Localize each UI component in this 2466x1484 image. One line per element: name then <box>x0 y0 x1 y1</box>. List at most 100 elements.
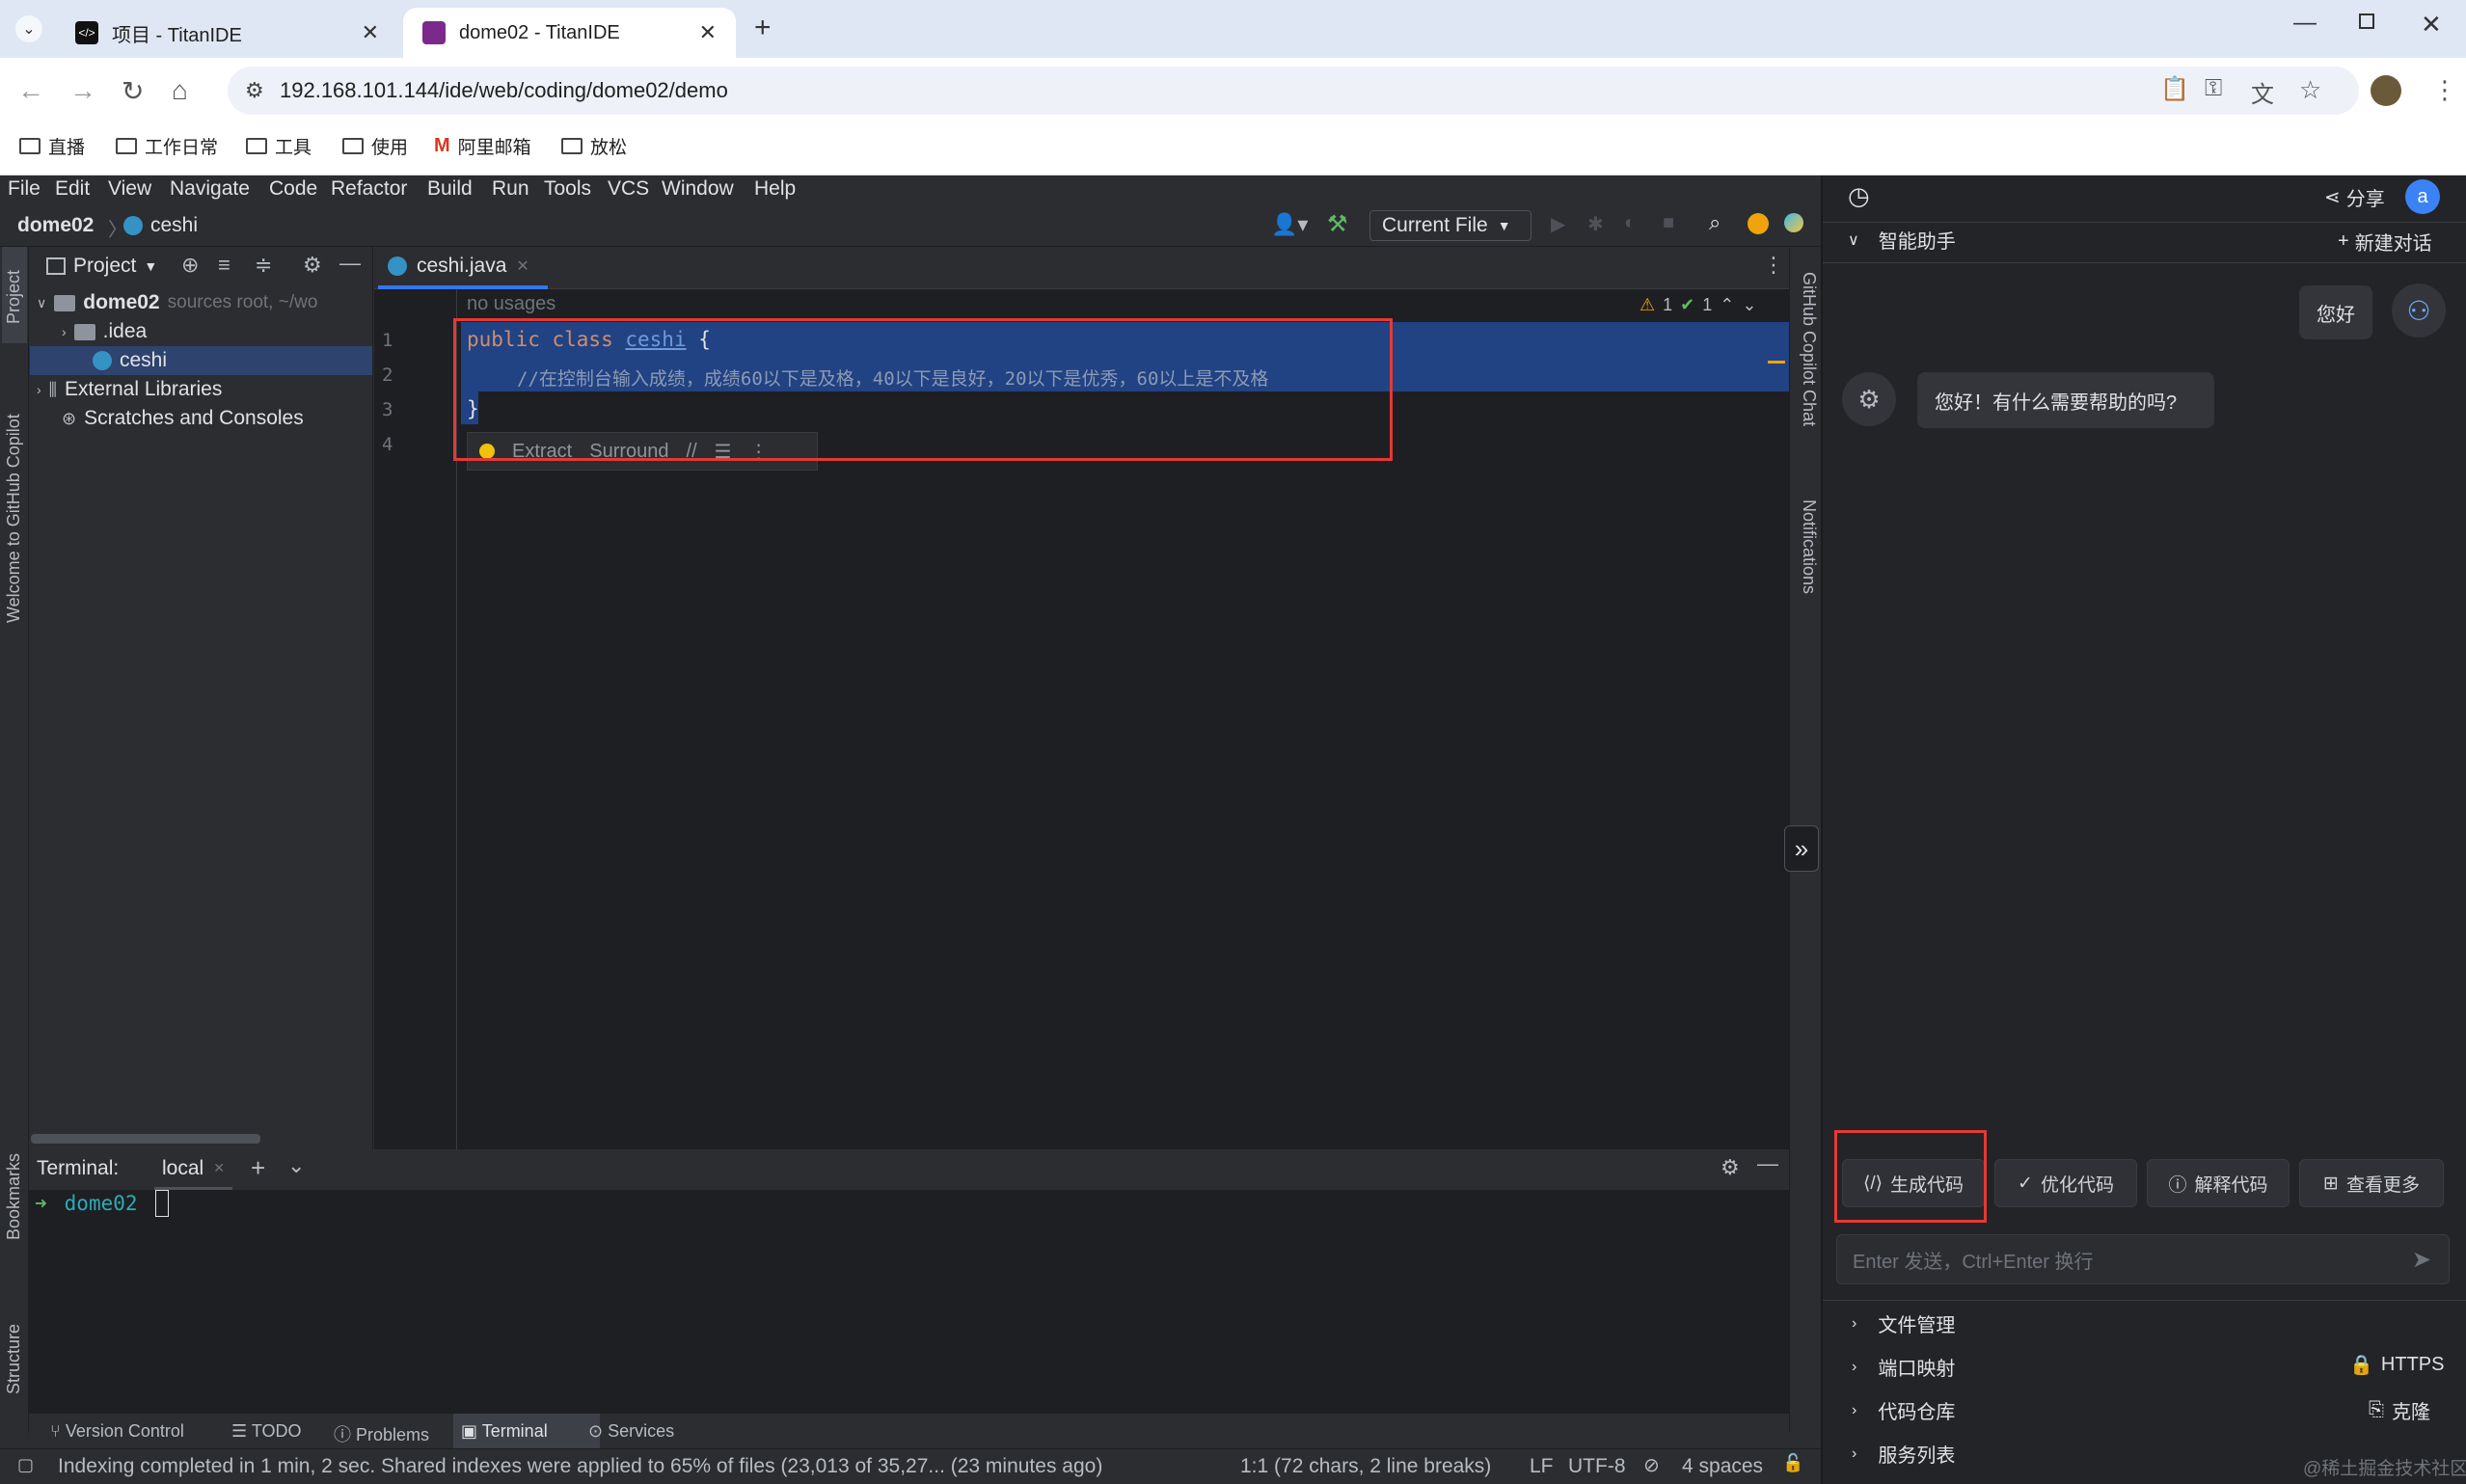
key-icon[interactable]: ⚿ <box>2205 75 2222 102</box>
next-highlight-icon[interactable]: ⌄ <box>1742 295 1756 315</box>
menu-build[interactable]: Build <box>427 177 473 201</box>
menu-edit[interactable]: Edit <box>55 177 90 201</box>
indent-setting[interactable]: 4 spaces <box>1682 1455 1763 1478</box>
chevron-down-icon[interactable]: ⌄ <box>287 1153 305 1178</box>
editor-tab-ceshi[interactable]: ceshi.java ✕ <box>378 247 548 289</box>
inspections-widget[interactable]: ⚠ 1 ✔ 1 ⌃ ⌄ <box>1639 295 1756 315</box>
close-icon[interactable]: ✕ <box>213 1160 225 1176</box>
new-tab-icon[interactable]: + <box>754 12 772 44</box>
panel-toggle-icon[interactable]: ▢ <box>17 1455 34 1475</box>
prev-highlight-icon[interactable]: ⌃ <box>1720 295 1734 315</box>
collapse-assistant-icon[interactable]: » <box>1784 825 1819 872</box>
menu-view[interactable]: View <box>108 177 151 201</box>
new-chat-button[interactable]: + 新建对话 <box>2338 228 2432 256</box>
clone-button[interactable]: ⎘ 克隆 <box>2369 1396 2430 1424</box>
menu-vcs[interactable]: VCS <box>608 177 649 201</box>
tree-item-ceshi[interactable]: ceshi <box>93 349 167 372</box>
profile-avatar[interactable] <box>2371 75 2401 106</box>
bookmark-tools[interactable]: 工具 <box>246 133 312 159</box>
search-icon[interactable]: ⌕ <box>1709 210 1721 235</box>
optimize-code-button[interactable]: ✓ 优化代码 <box>1994 1159 2137 1207</box>
assistant-header[interactable]: ∨ 智能助手 <box>1848 226 1956 254</box>
section-service-list[interactable]: › 服务列表 <box>1852 1440 1955 1468</box>
debug-icon[interactable]: ✱ <box>1587 212 1604 236</box>
status-message[interactable]: Indexing completed in 1 min, 2 sec. Shar… <box>58 1455 1102 1478</box>
vtab-bookmarks[interactable]: Bookmarks <box>4 1153 24 1240</box>
tab-search-icon[interactable]: ⌄ <box>15 15 42 42</box>
tooltab-terminal[interactable]: ▣ Terminal <box>461 1421 548 1442</box>
menu-refactor[interactable]: Refactor <box>331 177 407 201</box>
section-file-management[interactable]: › 文件管理 <box>1852 1309 1955 1337</box>
project-view-selector[interactable]: Project ▼ <box>46 255 157 278</box>
stop-icon[interactable]: ■ <box>1663 212 1674 234</box>
tree-item-scratches[interactable]: ⊛ Scratches and Consoles <box>62 407 304 430</box>
vtab-notifications[interactable]: Notifications <box>1799 499 1819 594</box>
bookmark-use[interactable]: 使用 <box>342 133 408 159</box>
bookmark-zhibo[interactable]: 直播 <box>19 133 85 159</box>
bookmark-mail[interactable]: M 阿里邮箱 <box>434 133 531 159</box>
hide-panel-icon[interactable]: — <box>339 251 361 276</box>
clipboard-icon[interactable]: 📋 <box>2160 75 2189 103</box>
breadcrumb-file[interactable]: ceshi <box>150 214 198 237</box>
translate-icon[interactable]: 文 <box>2251 75 2274 109</box>
terminal-tab-local[interactable]: local ✕ <box>154 1149 232 1190</box>
gear-icon[interactable]: ⚙ <box>1721 1155 1740 1180</box>
section-port-mapping[interactable]: › 端口映射 <box>1852 1353 1955 1381</box>
vtab-copilot-chat[interactable]: GitHub Copilot Chat <box>1799 272 1819 426</box>
section-code-repo[interactable]: › 代码仓库 <box>1852 1396 1955 1424</box>
https-badge[interactable]: 🔒 HTTPS <box>2349 1353 2444 1377</box>
hide-panel-icon[interactable]: — <box>1757 1151 1778 1176</box>
menu-tools[interactable]: Tools <box>544 177 591 201</box>
gear-icon[interactable]: ⚙ <box>303 253 322 278</box>
horizontal-scrollbar[interactable] <box>31 1134 260 1144</box>
vtab-structure[interactable]: Structure <box>4 1324 24 1394</box>
explain-code-button[interactable]: ⓘ 解释代码 <box>2147 1159 2290 1207</box>
bookmark-relax[interactable]: 放松 <box>561 133 627 159</box>
usages-hint[interactable]: no usages <box>467 293 556 315</box>
share-button[interactable]: ⋖ 分享 <box>2324 183 2385 211</box>
new-terminal-icon[interactable]: + <box>251 1153 265 1183</box>
tree-item-external-libraries[interactable]: › ⫼ External Libraries <box>37 378 222 401</box>
vtab-copilot[interactable]: Welcome to GitHub Copilot <box>4 414 24 623</box>
dashboard-icon[interactable]: ◷ <box>1848 181 1870 211</box>
tree-item-idea[interactable]: › .idea <box>62 320 147 343</box>
user-avatar[interactable]: a <box>2405 179 2440 214</box>
tree-root-dome02[interactable]: ∨ dome02 sources root, ~/wo <box>37 291 317 314</box>
see-more-button[interactable]: ⊞ 查看更多 <box>2299 1159 2444 1207</box>
lock-icon[interactable]: 🔓 <box>1782 1453 1803 1473</box>
minimize-icon[interactable]: — <box>2293 10 2317 37</box>
expand-all-icon[interactable]: ≡ <box>218 253 230 278</box>
breadcrumb-project[interactable]: dome02 <box>17 214 94 237</box>
line-separator[interactable]: LF <box>1530 1455 1554 1478</box>
file-encoding[interactable]: UTF-8 <box>1568 1455 1626 1478</box>
url-input[interactable]: ⚙ 192.168.101.144/ide/web/coding/dome02/… <box>228 67 2359 115</box>
copilot-status-icon[interactable]: ⊘ <box>1643 1453 1660 1477</box>
collapse-all-icon[interactable]: ≑ <box>255 253 272 278</box>
build-hammer-icon[interactable]: ⚒ <box>1327 210 1348 238</box>
browser-tab-projects[interactable]: </> 项目 - TitanIDE ✕ <box>56 8 398 58</box>
menu-file[interactable]: File <box>8 177 41 201</box>
menu-navigate[interactable]: Navigate <box>170 177 250 201</box>
menu-help[interactable]: Help <box>754 177 796 201</box>
menu-window[interactable]: Window <box>662 177 734 201</box>
terminal-panel[interactable] <box>29 1149 1789 1433</box>
warning-marker[interactable] <box>1768 361 1785 364</box>
tooltab-todo[interactable]: ☰ TODO <box>231 1421 301 1442</box>
run-config-select[interactable]: Current File ▼ <box>1369 210 1531 241</box>
caret-position[interactable]: 1:1 (72 chars, 2 line breaks) <box>1240 1455 1491 1478</box>
browser-tab-dome02[interactable]: dome02 - TitanIDE ✕ <box>403 8 736 58</box>
tooltab-problems[interactable]: ⓘ Problems <box>334 1421 429 1446</box>
menu-code[interactable]: Code <box>269 177 317 201</box>
home-icon[interactable]: ⌂ <box>172 75 188 106</box>
user-icon[interactable]: 👤▾ <box>1271 212 1308 237</box>
bookmark-work[interactable]: 工作日常 <box>116 133 218 159</box>
close-icon[interactable]: ✕ <box>516 256 528 276</box>
update-icon[interactable] <box>1748 213 1769 234</box>
coverage-icon[interactable]: ◐ <box>1624 212 1636 234</box>
vtab-project[interactable]: Project <box>4 270 24 324</box>
tooltab-services[interactable]: ⊙ Services <box>588 1421 674 1442</box>
chat-input[interactable]: Enter 发送，Ctrl+Enter 换行 ➤ <box>1836 1234 2450 1284</box>
site-info-icon[interactable]: ⚙ <box>245 78 264 103</box>
forward-icon[interactable]: → <box>69 75 96 106</box>
run-icon[interactable]: ▶ <box>1551 212 1565 236</box>
